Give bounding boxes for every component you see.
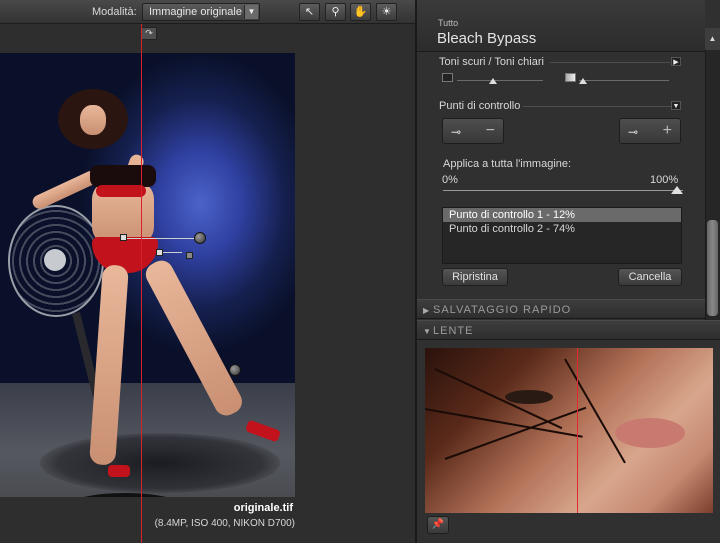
pointer-tool-button[interactable]: ↖ (299, 3, 320, 21)
lightbulb-icon: ☀ (381, 6, 392, 18)
control-point-2[interactable] (229, 364, 241, 376)
apply-max-label: 100% (650, 174, 679, 186)
lightbulb-tool-button[interactable]: ☀ (376, 3, 397, 21)
highlights-slider-knob[interactable] (579, 78, 587, 84)
pin-icon: 📌 (431, 519, 445, 530)
file-info: (8.4MP, ISO 400, NIKON D700) (154, 518, 295, 529)
loupe-view[interactable] (425, 348, 713, 513)
filter-title: Bleach Bypass (437, 30, 537, 47)
hand-icon: ✋ (353, 6, 368, 18)
reset-button[interactable]: Ripristina (442, 268, 508, 286)
mode-label: Modalità: (92, 6, 137, 18)
zoom-tool-button[interactable]: ⚲ (325, 3, 346, 21)
minus-icon: − (485, 122, 495, 139)
control-point-1-label (186, 252, 193, 259)
control-point-pen-icon: ⊸ (451, 125, 462, 139)
preview-pane: Modalità: Immagine originale ▼ ↖ ⚲ ✋ ☀ ↷ (0, 0, 415, 543)
control-points-list[interactable]: Punto di controllo 1 - 12% Punto di cont… (442, 207, 682, 264)
control-point-list-item[interactable]: Punto di controllo 2 - 74% (443, 222, 681, 236)
loupe-section-header[interactable]: ▼ LENTE (417, 320, 720, 340)
preview-toolbar: Modalità: Immagine originale ▼ ↖ ⚲ ✋ ☀ (0, 0, 415, 24)
quick-save-section-label: SALVATAGGIO RAPIDO (433, 304, 572, 316)
highlights-slider-track[interactable] (579, 80, 669, 81)
chevron-down-icon[interactable]: ▼ (671, 101, 681, 110)
chevron-down-icon: ▼ (244, 5, 258, 19)
highlights-swatch (565, 73, 576, 82)
apply-slider-knob[interactable] (671, 186, 683, 194)
loupe-split-line (577, 348, 578, 513)
quick-save-section-header[interactable]: ▶ SALVATAGGIO RAPIDO (417, 299, 705, 319)
shadows-slider-knob[interactable] (489, 78, 497, 84)
loupe-eye (505, 390, 553, 404)
shadows-slider-track[interactable] (457, 80, 543, 81)
hand-tool-button[interactable]: ✋ (350, 3, 371, 21)
file-name: originale.tif (233, 502, 293, 514)
filter-panel: Tutto Bleach Bypass ▲ Toni scuri / Toni … (415, 0, 720, 543)
control-points-section-label: Punti di controllo (439, 100, 521, 112)
shadows-swatch (442, 73, 453, 82)
scrollbar-thumb[interactable] (707, 220, 718, 316)
apply-min-label: 0% (442, 174, 458, 186)
filter-header: Tutto Bleach Bypass (417, 0, 705, 52)
filter-category: Tutto (438, 18, 459, 28)
apply-slider-track[interactable] (443, 190, 683, 191)
tones-divider (550, 62, 670, 63)
preview-image[interactable] (0, 53, 295, 497)
hair-strand (425, 408, 583, 438)
fan-hub (44, 249, 66, 271)
model-head (80, 105, 106, 135)
control-point-1[interactable] (194, 232, 206, 244)
pointer-icon: ↖ (304, 6, 315, 18)
split-line[interactable] (141, 24, 142, 543)
control-point-1-radius (124, 238, 200, 239)
mode-select[interactable]: Immagine originale ▼ (142, 3, 260, 21)
mode-select-value: Immagine originale (149, 6, 242, 18)
loupe-section-label: LENTE (433, 325, 474, 337)
tones-section-label: Toni scuri / Toni chiari (439, 56, 544, 68)
chevron-down-icon: ▼ (423, 327, 432, 336)
photo-shadow (40, 433, 280, 493)
chevron-right-icon: ▶ (423, 306, 431, 315)
control-points-divider (523, 106, 671, 107)
delete-button[interactable]: Cancella (618, 268, 682, 286)
control-point-list-item[interactable]: Punto di controllo 1 - 12% (443, 208, 681, 222)
model-shoe-left (108, 465, 130, 477)
add-control-point-button[interactable]: ⊸ + (619, 118, 681, 144)
control-point-pen-icon: ⊸ (628, 125, 639, 139)
rotate-split-button[interactable]: ↷ (141, 27, 157, 40)
model-top (90, 165, 156, 187)
apply-label: Applica a tutta l'immagine: (443, 158, 572, 170)
control-point-1-handle[interactable] (120, 234, 127, 241)
rotate-icon: ↷ (145, 28, 153, 38)
chevron-right-icon[interactable]: ▶ (671, 57, 681, 66)
loupe-lips (615, 418, 685, 448)
control-point-1-slider (160, 252, 182, 253)
plus-icon: + (662, 122, 672, 139)
model-bra (96, 185, 146, 197)
scroll-up-icon[interactable]: ▲ (705, 28, 720, 50)
remove-control-point-button[interactable]: ⊸ − (442, 118, 504, 144)
zoom-icon: ⚲ (331, 6, 340, 18)
pin-loupe-button[interactable]: 📌 (427, 516, 449, 534)
control-point-1-slider-handle[interactable] (156, 249, 163, 256)
